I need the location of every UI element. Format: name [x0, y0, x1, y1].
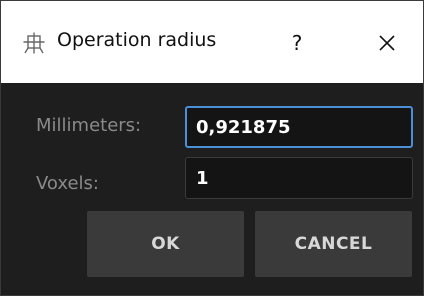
dialog-title: Operation radius [57, 29, 217, 51]
operation-radius-icon [23, 32, 45, 54]
help-button[interactable]: ? [277, 23, 317, 63]
ok-button[interactable]: OK [87, 211, 244, 277]
close-icon [379, 35, 395, 51]
dialog-body: Millimeters: 0,921875 Voxels: 1 OK CANCE… [1, 83, 423, 295]
millimeters-input[interactable]: 0,921875 [185, 106, 413, 148]
voxels-value: 1 [196, 167, 209, 189]
millimeters-value: 0,921875 [196, 116, 291, 138]
operation-radius-dialog: Operation radius ? Millimeters: 0,921875… [0, 0, 424, 296]
cancel-button[interactable]: CANCEL [255, 211, 412, 277]
millimeters-label: Millimeters: [36, 115, 142, 136]
close-button[interactable] [367, 23, 407, 63]
voxels-label: Voxels: [36, 173, 99, 194]
voxels-input[interactable]: 1 [185, 157, 413, 199]
title-bar: Operation radius ? [1, 1, 423, 83]
